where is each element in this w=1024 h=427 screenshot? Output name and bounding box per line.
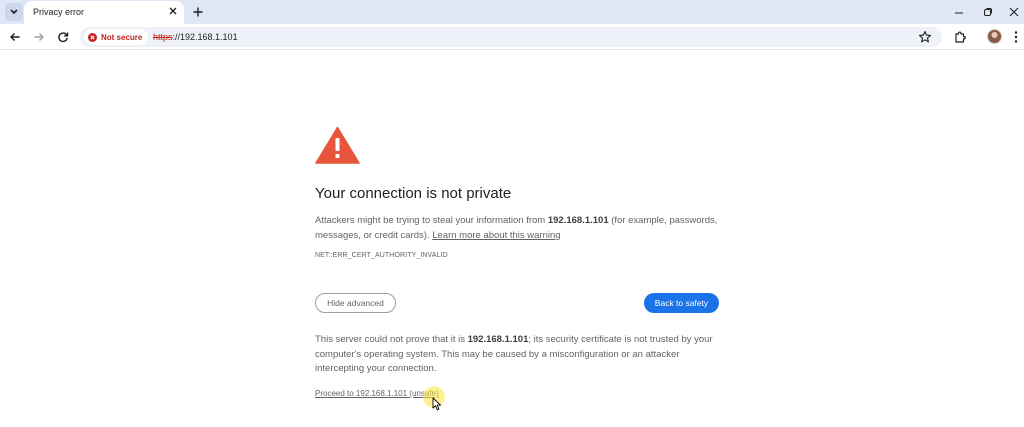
star-icon[interactable] [918, 30, 932, 44]
error-code: NET::ERR_CERT_AUTHORITY_INVALID [315, 252, 448, 259]
hide-advanced-button[interactable]: Hide advanced [315, 293, 396, 313]
extensions-icon[interactable] [953, 30, 967, 44]
tab-privacy-error[interactable]: Privacy error [24, 1, 184, 24]
security-label: Not secure [101, 32, 143, 42]
intro-prefix: Attackers might be trying to steal your … [315, 215, 548, 226]
tab-list-icon[interactable] [5, 3, 23, 21]
forward-icon[interactable] [32, 30, 46, 44]
proceed-link[interactable]: Proceed to 192.168.1.101 (unsafe) [315, 389, 439, 398]
details-prefix: This server could not prove that it is [315, 334, 468, 345]
url-text[interactable]: https://192.168.1.101 [153, 32, 238, 42]
intro-text: Attackers might be trying to steal your … [315, 213, 725, 243]
back-icon[interactable] [8, 30, 22, 44]
url-scheme: https [153, 32, 173, 42]
page-title: Your connection is not private [315, 185, 512, 202]
window-close-icon[interactable] [1008, 5, 1020, 17]
close-icon[interactable] [167, 5, 179, 17]
security-chip[interactable]: Not secure [84, 29, 149, 45]
tab-strip: Privacy error [0, 0, 1024, 24]
address-bar[interactable]: Not secure https://192.168.1.101 [80, 27, 942, 47]
menu-icon[interactable] [1013, 30, 1019, 44]
new-tab-icon[interactable] [191, 5, 204, 18]
toolbar: Not secure https://192.168.1.101 [0, 24, 1024, 50]
url-host: ://192.168.1.101 [172, 32, 238, 42]
learn-more-link[interactable]: Learn more about this warning [432, 230, 560, 241]
profile-avatar[interactable] [987, 29, 1002, 44]
details-host: 192.168.1.101 [467, 334, 529, 345]
warning-icon [88, 32, 97, 42]
cursor-icon [432, 397, 442, 411]
details-text: This server could not prove that it is 1… [315, 333, 725, 377]
back-to-safety-button[interactable]: Back to safety [644, 293, 719, 313]
restore-icon[interactable] [982, 5, 994, 17]
reload-icon[interactable] [56, 30, 70, 44]
warning-triangle-icon [315, 126, 360, 164]
intro-host: 192.168.1.101 [547, 215, 609, 226]
minimize-icon[interactable] [953, 6, 965, 18]
tab-title: Privacy error [33, 7, 85, 17]
